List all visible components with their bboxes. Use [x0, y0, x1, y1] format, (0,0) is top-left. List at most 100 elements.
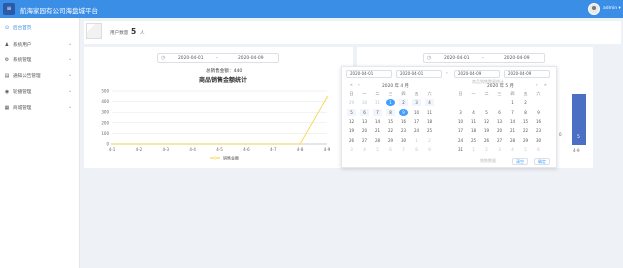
calendar-day[interactable]: 7 [399, 146, 408, 153]
calendar-day[interactable]: 18 [469, 127, 478, 134]
calendar-day[interactable]: 5 [482, 109, 491, 116]
calendar-day[interactable]: 25 [469, 137, 478, 144]
calendar-day[interactable]: 14 [373, 118, 382, 125]
calendar-day[interactable]: 14 [508, 118, 517, 125]
calendar-day[interactable]: 26 [347, 137, 356, 144]
confirm-button[interactable]: 确定 [534, 158, 550, 165]
calendar-day[interactable]: 3 [456, 109, 465, 116]
calendar-day[interactable]: 17 [456, 127, 465, 134]
calendar-day[interactable]: 30 [360, 99, 369, 106]
sidebar-item-system-management[interactable]: ⚙ 系统管理 ⌄ [0, 52, 80, 68]
calendar-day[interactable]: 1 [469, 146, 478, 153]
calendar-day[interactable]: 6 [495, 109, 504, 116]
calendar-day[interactable]: 4 [469, 109, 478, 116]
calendar-day[interactable]: 20 [495, 127, 504, 134]
calendar-day[interactable]: 19 [347, 127, 356, 134]
start-date-input[interactable]: 2020-04-01 [346, 70, 392, 78]
sidebar-item-system-users[interactable]: ♟ 系统用户 ⌄ [0, 37, 80, 53]
calendar-day[interactable]: 12 [482, 118, 491, 125]
calendar-day[interactable]: 8 [386, 108, 395, 116]
calendar-day[interactable]: 17 [412, 118, 421, 125]
calendar-day[interactable]: 12 [347, 118, 356, 125]
calendar-day[interactable]: 5 [521, 146, 530, 153]
calendar-day[interactable]: 5 [373, 146, 382, 153]
prev-year-button[interactable]: « [350, 83, 353, 88]
calendar-day[interactable]: 21 [373, 127, 382, 134]
calendar-day[interactable]: 15 [521, 118, 530, 125]
user-avatar[interactable] [588, 3, 600, 15]
calendar-day[interactable]: 3 [495, 146, 504, 153]
calendar-day[interactable]: 23 [534, 127, 543, 134]
calendar-day[interactable]: 11 [469, 118, 478, 125]
end-date-input[interactable]: 2020-04-09 [454, 70, 500, 78]
calendar-day[interactable]: 24 [412, 127, 421, 134]
calendar-day[interactable]: 4 [508, 146, 517, 153]
calendar-day[interactable]: 15 [386, 118, 395, 125]
calendar-day[interactable]: 6 [386, 146, 395, 153]
calendar-day[interactable]: 28 [508, 137, 517, 144]
start-time-input[interactable]: 2020-04-01 [396, 70, 442, 78]
calendar-day[interactable]: 11 [425, 109, 434, 116]
calendar-day[interactable]: 9 [425, 146, 434, 153]
calendar-day[interactable]: 10 [412, 109, 421, 116]
calendar-day[interactable]: 28 [373, 137, 382, 144]
calendar-day[interactable]: 24 [456, 137, 465, 144]
next-year-button[interactable]: » [544, 83, 547, 88]
calendar-day[interactable]: 2 [482, 146, 491, 153]
calendar-day[interactable]: 22 [521, 127, 530, 134]
calendar-day[interactable]: 27 [360, 137, 369, 144]
calendar-day[interactable]: 13 [360, 118, 369, 125]
calendar-day[interactable]: 21 [508, 127, 517, 134]
calendar-day[interactable]: 26 [482, 137, 491, 144]
calendar-day[interactable]: 1 [412, 137, 421, 144]
sidebar-item-home[interactable]: ⊙ 后台首页 [0, 20, 80, 36]
calendar-day[interactable]: 27 [495, 137, 504, 144]
calendar-day[interactable]: 30 [534, 137, 543, 144]
sidebar-item-carousel[interactable]: ◉ 轮播管理 ⌄ [0, 84, 80, 100]
calendar-day[interactable]: 3 [412, 99, 421, 107]
calendar-day[interactable]: 16 [399, 118, 408, 125]
calendar-day[interactable]: 29 [386, 137, 395, 144]
prev-month-button[interactable]: ‹ [358, 83, 360, 88]
sidebar-item-notice[interactable]: ▤ 通知公告管理 ⌄ [0, 68, 80, 84]
calendar-day[interactable]: 10 [456, 118, 465, 125]
next-month-button[interactable]: › [536, 83, 538, 88]
calendar-day[interactable]: 31 [456, 146, 465, 153]
calendar-day[interactable]: 2 [521, 99, 530, 106]
menu-toggle-button[interactable]: ≡ [3, 3, 15, 15]
calendar-day[interactable]: 7 [508, 109, 517, 116]
calendar-day[interactable]: 7 [373, 108, 382, 116]
calendar-day[interactable]: 9 [399, 108, 408, 116]
calendar-day[interactable]: 6 [534, 146, 543, 153]
calendar-day[interactable]: 2 [425, 137, 434, 144]
user-menu-dropdown[interactable]: admin ▾ [603, 6, 621, 11]
calendar-day[interactable]: 3 [347, 146, 356, 153]
end-time-input[interactable]: 2020-04-09 [504, 70, 550, 78]
calendar-day[interactable]: 30 [399, 137, 408, 144]
calendar-day[interactable]: 23 [399, 127, 408, 134]
calendar-day[interactable]: 9 [534, 109, 543, 116]
calendar-day[interactable]: 8 [521, 109, 530, 116]
calendar-day[interactable]: 31 [373, 99, 382, 106]
calendar-day[interactable]: 18 [425, 118, 434, 125]
calendar-day[interactable]: 29 [347, 99, 356, 106]
calendar-day[interactable]: 8 [412, 146, 421, 153]
calendar-day[interactable]: 29 [521, 137, 530, 144]
calendar-day[interactable]: 25 [425, 127, 434, 134]
calendar-day[interactable]: 4 [360, 146, 369, 153]
calendar-day[interactable]: 5 [347, 108, 356, 116]
calendar-day[interactable]: 6 [360, 108, 369, 116]
calendar-day[interactable]: 1 [508, 99, 517, 106]
calendar-day[interactable]: 2 [399, 99, 408, 107]
calendar-day[interactable]: 13 [495, 118, 504, 125]
calendar-day[interactable]: 4 [425, 99, 434, 107]
clear-button[interactable]: 清空 [512, 158, 528, 165]
calendar-day[interactable]: 20 [360, 127, 369, 134]
sidebar-item-shop[interactable]: ▦ 商城管理 ⌄ [0, 100, 80, 116]
calendar-day[interactable]: 22 [386, 127, 395, 134]
sales-date-range-picker[interactable]: ◷ 2020-04-01 - 2020-04-09 [157, 53, 279, 63]
calendar-day[interactable]: 19 [482, 127, 491, 134]
calendar-day[interactable]: 16 [534, 118, 543, 125]
quantity-date-range-picker[interactable]: ◷ 2020-04-01 - 2020-04-09 [423, 53, 545, 63]
calendar-day[interactable]: 1 [386, 99, 395, 107]
